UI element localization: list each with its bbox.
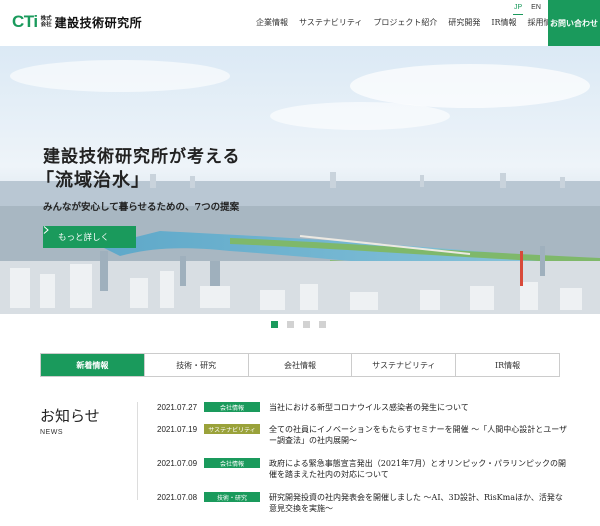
news-date: 2021.07.19: [157, 425, 198, 434]
site-header: CTi 株式 会社 建設技術研究所 企業情報 サステナビリティ プロジェクト紹介…: [0, 0, 600, 46]
news-heading: お知らせ: [40, 407, 100, 425]
lang-jp[interactable]: JP: [514, 4, 522, 11]
slider-dot-4[interactable]: [319, 321, 326, 328]
logo-company-type: 株式 会社: [41, 16, 52, 28]
hero-title-line2: 「流域治水」: [36, 170, 150, 191]
hero-more-label: もっと詳しく: [57, 233, 109, 243]
hero-more-button[interactable]: もっと詳しく: [43, 226, 136, 248]
nav-item-sustainability[interactable]: サステナビリティ: [299, 17, 362, 28]
tab-ir[interactable]: IR情報: [456, 354, 559, 376]
news-date: 2021.07.09: [157, 459, 198, 468]
news-divider: [137, 402, 138, 500]
news-category-badge: 会社情報: [204, 458, 260, 468]
hero-subtitle: みんなが安心して暮らせるための、7つの提案: [43, 202, 240, 213]
news-item[interactable]: 2021.07.08 技術・研究 研究開発投資の社内発表会を開催しました 〜AI…: [157, 492, 577, 526]
contact-button[interactable]: お問い合わせ: [548, 0, 600, 46]
news-category-badge: 会社情報: [204, 402, 260, 412]
slider-pagination: [271, 321, 326, 328]
main-nav: 企業情報 サステナビリティ プロジェクト紹介 研究開発 IR情報 採用情報: [256, 17, 571, 28]
news-category-badge: 技術・研究: [204, 492, 260, 502]
nav-item-company[interactable]: 企業情報: [256, 17, 288, 28]
slider-dot-1[interactable]: [271, 321, 278, 328]
slider-dot-2[interactable]: [287, 321, 294, 328]
news-category-badge: サステナビリティ: [204, 424, 260, 434]
news-title[interactable]: 全ての社員にイノベーションをもたらすセミナーを開催 〜「人間中心設計とユーザー調…: [269, 424, 569, 446]
nav-item-projects[interactable]: プロジェクト紹介: [373, 17, 437, 28]
lang-active-underline: [513, 14, 523, 15]
news-subheading: NEWS: [40, 429, 63, 436]
nav-item-ir[interactable]: IR情報: [491, 17, 516, 28]
tab-news[interactable]: 新着情報: [41, 354, 145, 376]
tab-sustainability[interactable]: サステナビリティ: [352, 354, 457, 376]
hero-banner: 建設技術研究所が考える 「流域治水」 みんなが安心して暮らせるための、7つの提案…: [0, 46, 600, 314]
news-item[interactable]: 2021.07.19 サステナビリティ 全ての社員にイノベーションをもたらすセミ…: [157, 424, 577, 458]
slider-dot-3[interactable]: [303, 321, 310, 328]
logo-mark: CTi: [12, 12, 38, 31]
lang-en[interactable]: EN: [531, 4, 541, 11]
news-date: 2021.07.27: [157, 403, 198, 412]
company-logo[interactable]: CTi 株式 会社 建設技術研究所: [12, 12, 142, 32]
nav-item-research[interactable]: 研究開発: [448, 17, 480, 28]
news-category-tabs: 新着情報 技術・研究 会社情報 サステナビリティ IR情報: [40, 353, 560, 377]
tab-company[interactable]: 会社情報: [249, 354, 353, 376]
news-list: 2021.07.27 会社情報 当社における新型コロナウイルス感染者の発生につい…: [157, 402, 577, 526]
logo-company-name: 建設技術研究所: [54, 15, 143, 30]
news-item[interactable]: 2021.07.09 会社情報 政府による緊急事態宣言発出（2021年7月）とオ…: [157, 458, 577, 492]
news-title[interactable]: 研究開発投資の社内発表会を開催しました 〜AI、3D設計、RisKmaほか、活発…: [269, 492, 569, 514]
tab-technology[interactable]: 技術・研究: [145, 354, 249, 376]
hero-title-line1: 建設技術研究所が考える: [43, 147, 241, 167]
news-date: 2021.07.08: [157, 493, 198, 502]
language-switcher: JP EN: [514, 4, 541, 11]
news-title[interactable]: 政府による緊急事態宣言発出（2021年7月）とオリンピック・パラリンピックの開催…: [269, 458, 569, 480]
news-item[interactable]: 2021.07.27 会社情報 当社における新型コロナウイルス感染者の発生につい…: [157, 402, 577, 424]
news-title[interactable]: 当社における新型コロナウイルス感染者の発生について: [269, 402, 569, 413]
logo-company-type-2: 会社: [40, 22, 52, 28]
